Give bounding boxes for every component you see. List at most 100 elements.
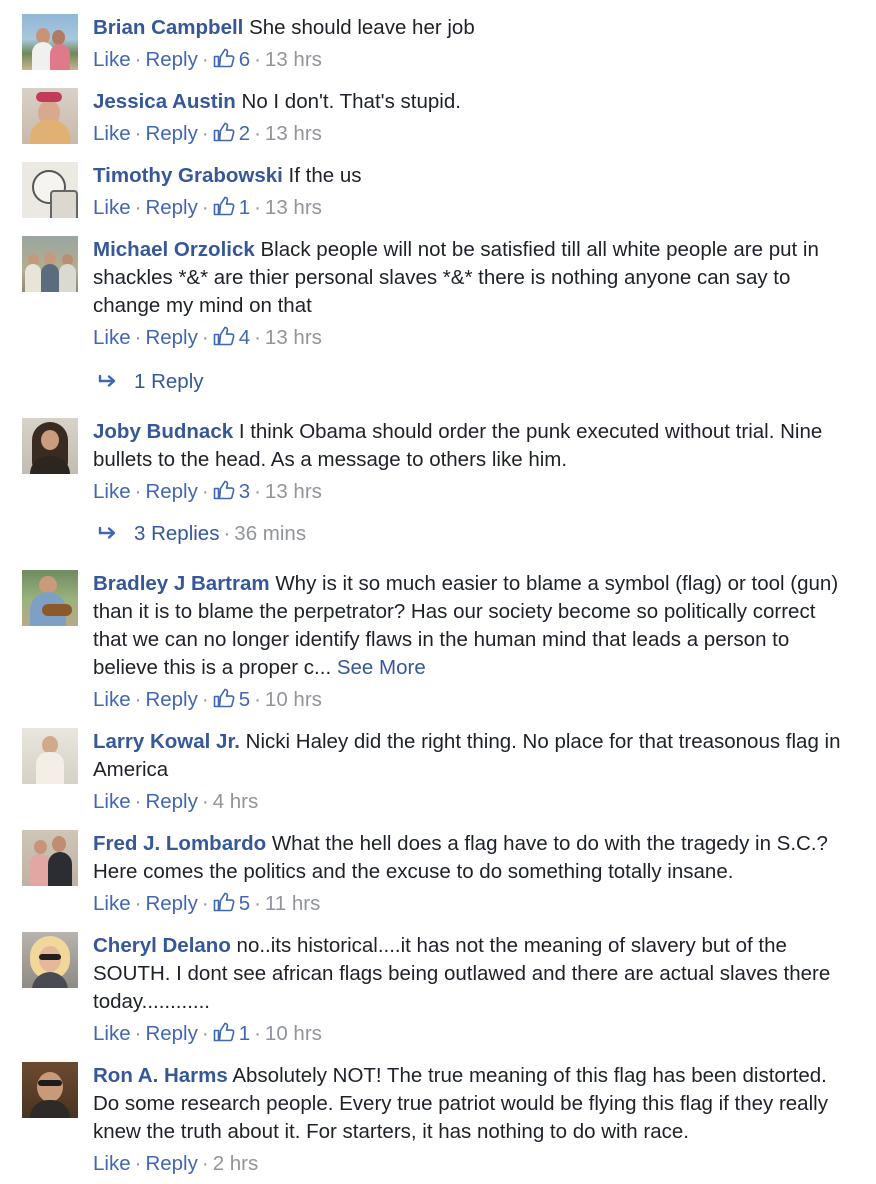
- comment-actions: Like · Reply · 2 hrs: [93, 1150, 258, 1178]
- like-count[interactable]: 5: [213, 892, 250, 915]
- reply-button[interactable]: Reply: [145, 1022, 197, 1045]
- timestamp[interactable]: 10 hrs: [265, 1022, 322, 1045]
- comment-author[interactable]: Joby Budnack: [93, 420, 233, 443]
- view-replies[interactable]: 3 Replies · 36 mins: [98, 520, 306, 548]
- like-count-value: 2: [238, 122, 251, 145]
- like-button[interactable]: Like: [93, 790, 131, 813]
- comment-body: Timothy Grabowski If the us: [93, 162, 846, 190]
- like-button[interactable]: Like: [93, 196, 131, 219]
- comment-actions: Like · Reply · 4 hrs: [93, 788, 258, 816]
- avatar[interactable]: [22, 162, 78, 218]
- thumbs-up-icon: [213, 480, 235, 500]
- thumbs-up-icon: [213, 196, 235, 216]
- timestamp[interactable]: 2 hrs: [213, 1152, 259, 1175]
- comment-author[interactable]: Michael Orzolick: [93, 238, 255, 261]
- comment-body: Joby Budnack I think Obama should order …: [93, 418, 846, 474]
- avatar[interactable]: [22, 236, 78, 292]
- comment-body: Brian Campbell She should leave her job: [93, 14, 846, 42]
- timestamp[interactable]: 13 hrs: [265, 122, 322, 145]
- timestamp[interactable]: 13 hrs: [265, 480, 322, 503]
- timestamp[interactable]: 11 hrs: [265, 892, 320, 915]
- like-button[interactable]: Like: [93, 1152, 131, 1175]
- separator: ·: [134, 480, 142, 503]
- separator: ·: [134, 790, 142, 813]
- reply-button[interactable]: Reply: [145, 480, 197, 503]
- avatar[interactable]: [22, 88, 78, 144]
- avatar[interactable]: [22, 14, 78, 70]
- comment-author[interactable]: Fred J. Lombardo: [93, 832, 266, 855]
- avatar[interactable]: [22, 418, 78, 474]
- like-button[interactable]: Like: [93, 688, 131, 711]
- comment-author[interactable]: Bradley J Bartram: [93, 572, 270, 595]
- like-button[interactable]: Like: [93, 122, 131, 145]
- see-more-link[interactable]: See More: [337, 656, 426, 679]
- thumbs-up-icon: [213, 1022, 235, 1042]
- timestamp[interactable]: 13 hrs: [265, 326, 322, 349]
- like-button[interactable]: Like: [93, 892, 131, 915]
- comment-body: Fred J. Lombardo What the hell does a fl…: [93, 830, 846, 886]
- view-replies-link[interactable]: 1 Reply: [134, 370, 204, 393]
- comment-body: Bradley J Bartram Why is it so much easi…: [93, 570, 846, 682]
- reply-button[interactable]: Reply: [145, 326, 197, 349]
- reply-button[interactable]: Reply: [145, 196, 197, 219]
- thumbs-up-icon: [213, 48, 235, 68]
- reply-button[interactable]: Reply: [145, 688, 197, 711]
- comment-author[interactable]: Larry Kowal Jr.: [93, 730, 240, 753]
- reply-button[interactable]: Reply: [145, 1152, 197, 1175]
- reply-button[interactable]: Reply: [145, 48, 197, 71]
- separator: ·: [254, 688, 261, 711]
- like-button[interactable]: Like: [93, 48, 131, 71]
- view-replies[interactable]: 1 Reply: [98, 368, 204, 396]
- like-button[interactable]: Like: [93, 480, 131, 503]
- view-replies-link[interactable]: 3 Replies: [134, 522, 219, 545]
- like-button[interactable]: Like: [93, 1022, 131, 1045]
- avatar[interactable]: [22, 830, 78, 886]
- timestamp[interactable]: 4 hrs: [213, 790, 259, 813]
- separator: ·: [201, 1022, 209, 1045]
- like-count[interactable]: 4: [213, 326, 250, 349]
- comment-author[interactable]: Brian Campbell: [93, 16, 243, 39]
- comment-actions: Like · Reply · 1 · 13 hrs: [93, 194, 322, 222]
- comment-text: No I don't. That's stupid.: [235, 90, 461, 113]
- avatar[interactable]: [22, 728, 78, 784]
- timestamp[interactable]: 13 hrs: [265, 196, 322, 219]
- like-count-value: 3: [238, 480, 251, 503]
- comment-author[interactable]: Ron A. Harms: [93, 1064, 228, 1087]
- comment-author[interactable]: Cheryl Delano: [93, 934, 231, 957]
- separator: ·: [134, 326, 142, 349]
- replies-timestamp: 36 mins: [234, 522, 307, 545]
- like-count-value: 5: [238, 892, 251, 915]
- comment-body: Michael Orzolick Black people will not b…: [93, 236, 846, 320]
- like-count[interactable]: 1: [213, 1022, 250, 1045]
- comment-actions: Like · Reply · 5 · 10 hrs: [93, 686, 322, 714]
- like-count[interactable]: 5: [213, 688, 250, 711]
- like-count[interactable]: 2: [213, 122, 250, 145]
- separator: ·: [254, 480, 261, 503]
- reply-button[interactable]: Reply: [145, 122, 197, 145]
- separator: ·: [134, 892, 142, 915]
- comment-actions: Like · Reply · 1 · 10 hrs: [93, 1020, 322, 1048]
- like-button[interactable]: Like: [93, 326, 131, 349]
- separator: ·: [201, 1152, 209, 1175]
- separator: ·: [201, 790, 209, 813]
- separator: ·: [134, 1022, 142, 1045]
- comment-list: Brian Campbell She should leave her job …: [0, 0, 876, 1184]
- timestamp[interactable]: 10 hrs: [265, 688, 322, 711]
- like-count[interactable]: 6: [213, 48, 250, 71]
- like-count[interactable]: 1: [213, 196, 250, 219]
- comment-body: Ron A. Harms Absolutely NOT! The true me…: [93, 1062, 846, 1146]
- like-count[interactable]: 3: [213, 480, 250, 503]
- like-count-value: 1: [238, 1022, 251, 1045]
- separator: ·: [134, 1152, 142, 1175]
- reply-button[interactable]: Reply: [145, 790, 197, 813]
- reply-button[interactable]: Reply: [145, 892, 197, 915]
- avatar[interactable]: [22, 570, 78, 626]
- timestamp[interactable]: 13 hrs: [265, 48, 322, 71]
- comment-author[interactable]: Timothy Grabowski: [93, 164, 283, 187]
- avatar[interactable]: [22, 932, 78, 988]
- comment-body: Cheryl Delano no..its historical....it h…: [93, 932, 846, 1016]
- comment-author[interactable]: Jessica Austin: [93, 90, 236, 113]
- avatar[interactable]: [22, 1062, 78, 1118]
- comment-text: If the us: [282, 164, 362, 187]
- comment-actions: Like · Reply · 4 · 13 hrs: [93, 324, 322, 352]
